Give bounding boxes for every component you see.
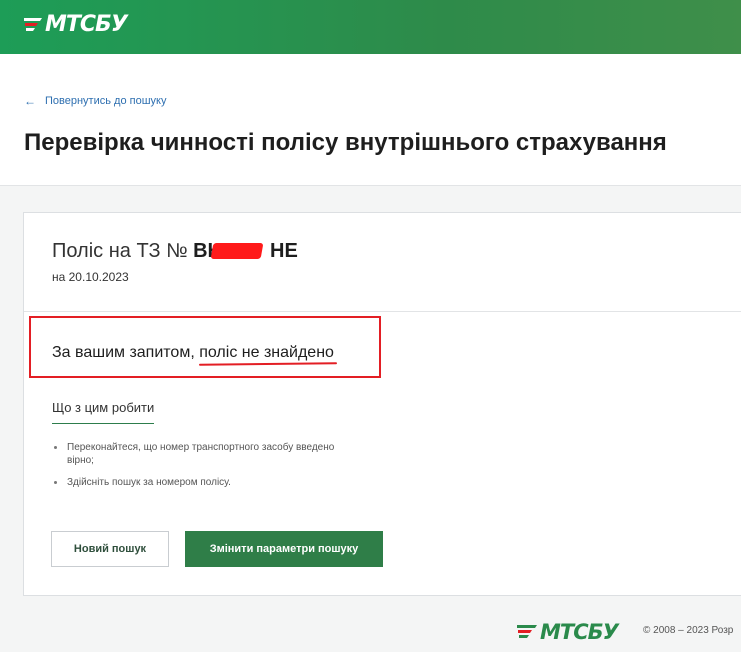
arrow-left-icon: ← bbox=[24, 94, 36, 108]
policy-number: ВН НЕ bbox=[193, 240, 298, 262]
logo-stripes-icon bbox=[515, 622, 539, 642]
footer-logo[interactable]: МТСБУ bbox=[515, 620, 619, 644]
policy-number-end: НЕ bbox=[270, 240, 298, 262]
policy-heading-prefix: Поліс на ТЗ № bbox=[52, 240, 188, 262]
policy-heading: Поліс на ТЗ № ВН НЕ bbox=[52, 240, 298, 263]
result-prefix: За вашим запитом, bbox=[52, 344, 200, 361]
policy-date: на 20.10.2023 bbox=[52, 270, 129, 284]
list-item: Переконайтеся, що номер транспортного за… bbox=[52, 441, 352, 467]
tips-list: Переконайтеся, що номер транспортного за… bbox=[52, 441, 352, 498]
change-params-button[interactable]: Змінити параметри пошуку bbox=[185, 531, 383, 567]
result-card: Поліс на ТЗ № ВН НЕ на 20.10.2023 За ваши… bbox=[23, 212, 741, 596]
back-link-label: Повернутись до пошуку bbox=[45, 95, 167, 107]
what-to-do-link[interactable]: Що з цим робити bbox=[52, 400, 155, 424]
redaction-mark bbox=[210, 243, 264, 259]
page-header: ← Повернутись до пошуку Перевірка чиннос… bbox=[0, 54, 741, 186]
copyright: © 2008 – 2023 Розр bbox=[643, 625, 734, 636]
mtsbu-logo[interactable]: МТСБУ bbox=[22, 12, 128, 37]
top-bar: МТСБУ bbox=[0, 0, 741, 54]
divider bbox=[24, 311, 741, 312]
list-item: Здійсніть пошук за номером полісу. bbox=[52, 476, 352, 489]
result-message: За вашим запитом, поліс не знайдено bbox=[52, 344, 337, 366]
logo-stripes-icon bbox=[22, 14, 44, 36]
page-title: Перевірка чинності полісу внутрішнього с… bbox=[24, 129, 667, 156]
footer-logo-text: МТСБУ bbox=[540, 620, 619, 644]
logo-text: МТСБУ bbox=[45, 12, 128, 37]
new-search-button[interactable]: Новий пошук bbox=[51, 531, 169, 567]
back-to-search-link[interactable]: ← Повернутись до пошуку bbox=[24, 94, 166, 108]
result-not-found: поліс не знайдено bbox=[199, 344, 337, 366]
